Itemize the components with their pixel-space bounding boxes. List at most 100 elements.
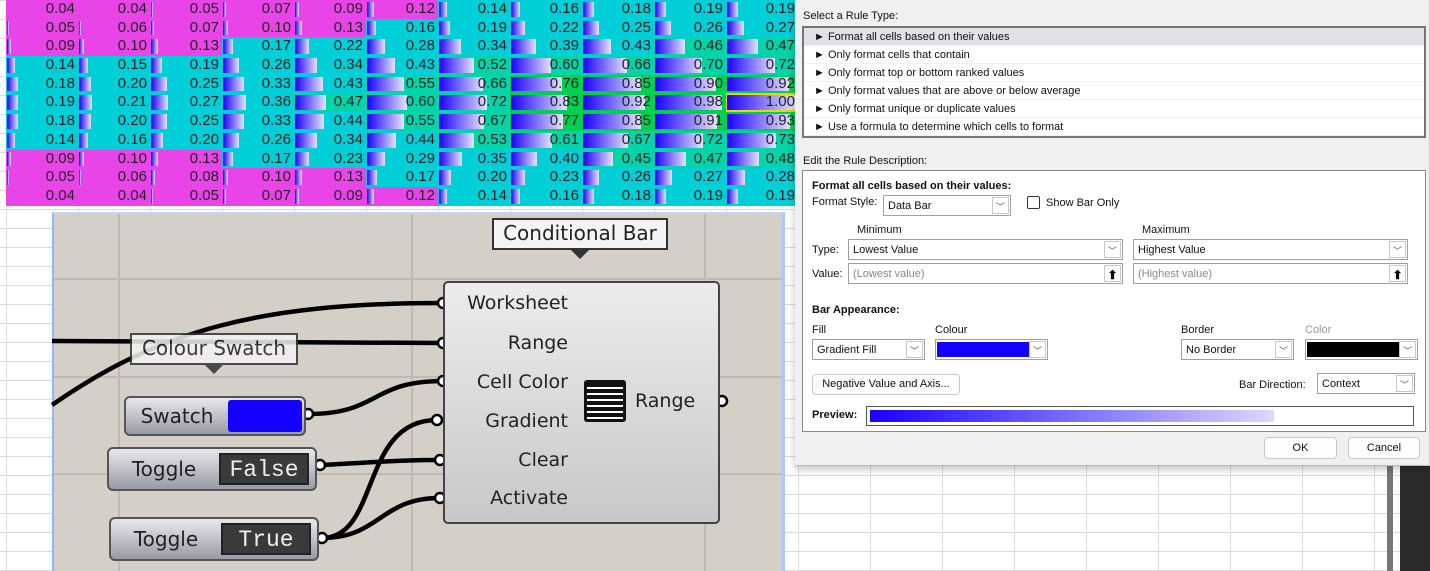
cell[interactable]: 0.18 — [6, 74, 78, 94]
cell[interactable]: 0.19 — [726, 186, 798, 206]
cell[interactable]: 0.44 — [366, 130, 438, 150]
cell[interactable]: 0.77 — [510, 112, 582, 131]
cell[interactable]: 0.13 — [150, 149, 222, 169]
cell[interactable]: 0.26 — [222, 56, 294, 75]
cell[interactable]: 0.21 — [78, 93, 150, 113]
cell[interactable]: 0.20 — [78, 74, 150, 94]
cell[interactable]: 0.53 — [438, 130, 510, 150]
cell[interactable]: 0.20 — [78, 112, 150, 131]
input-gradient[interactable]: Gradient — [443, 410, 568, 432]
cell[interactable]: 0.19 — [654, 0, 726, 19]
cell[interactable]: 0.44 — [294, 112, 366, 131]
boolean-toggle-true[interactable]: Toggle True — [109, 517, 319, 561]
cancel-button[interactable]: Cancel — [1348, 437, 1420, 459]
rule-type-item[interactable]: ► Only format unique or duplicate values — [804, 100, 1424, 118]
cell[interactable]: 0.93 — [726, 112, 798, 131]
cell[interactable]: 0.09 — [294, 186, 366, 206]
cell[interactable]: 0.07 — [150, 18, 222, 38]
cell[interactable]: 0.19 — [150, 56, 222, 75]
cell[interactable]: 0.67 — [582, 130, 654, 150]
cell[interactable]: 0.12 — [366, 0, 438, 19]
cell[interactable]: 0.73 — [726, 130, 798, 150]
format-style-dropdown[interactable]: Data Bar ﹀ — [883, 195, 1011, 216]
cell[interactable]: 0.43 — [294, 74, 366, 94]
border-color-picker[interactable]: ﹀ — [1305, 339, 1418, 360]
maximum-value-input[interactable]: (Highest value) ⬆ — [1133, 263, 1408, 284]
cell[interactable]: 0.10 — [222, 18, 294, 38]
cell[interactable]: 0.14 — [438, 0, 510, 19]
colour-picker[interactable]: ﹀ — [935, 339, 1048, 360]
cell[interactable]: 0.18 — [582, 0, 654, 19]
cell[interactable]: 0.85 — [582, 112, 654, 131]
swatch-color[interactable] — [228, 400, 302, 432]
cell[interactable]: 0.91 — [654, 112, 726, 131]
cell[interactable]: 0.47 — [654, 149, 726, 169]
cell[interactable]: 0.09 — [6, 37, 78, 57]
cell[interactable]: 0.43 — [366, 56, 438, 75]
cell[interactable]: 0.07 — [222, 186, 294, 206]
cell[interactable]: 0.33 — [222, 112, 294, 131]
cell[interactable]: 0.46 — [654, 37, 726, 57]
cell[interactable]: 0.07 — [222, 0, 294, 19]
cell[interactable]: 0.70 — [654, 56, 726, 75]
cell[interactable]: 0.16 — [510, 0, 582, 19]
cell[interactable]: 0.34 — [438, 37, 510, 57]
output-range[interactable]: Range — [635, 390, 705, 412]
cell[interactable]: 0.36 — [222, 93, 294, 113]
cell[interactable]: 0.17 — [366, 168, 438, 187]
cell[interactable]: 0.28 — [726, 168, 798, 187]
cell[interactable]: 0.17 — [222, 37, 294, 57]
cell[interactable]: 0.06 — [78, 168, 150, 187]
cell[interactable]: 0.23 — [510, 168, 582, 187]
cell[interactable]: 0.27 — [726, 18, 798, 38]
cell[interactable]: 0.17 — [222, 149, 294, 169]
cell[interactable]: 0.14 — [438, 186, 510, 206]
cell[interactable]: 0.48 — [726, 149, 798, 169]
cell[interactable]: 0.08 — [150, 168, 222, 187]
toggle-value[interactable]: False — [219, 453, 309, 485]
ok-button[interactable]: OK — [1264, 437, 1337, 459]
show-bar-only-checkbox[interactable] — [1027, 196, 1040, 209]
cell[interactable]: 0.55 — [366, 74, 438, 94]
rule-type-item[interactable]: ► Only format cells that contain — [804, 46, 1424, 64]
rule-type-item[interactable]: ► Only format top or bottom ranked value… — [804, 64, 1424, 82]
cell[interactable]: 0.05 — [6, 18, 78, 38]
cell[interactable]: 0.16 — [510, 186, 582, 206]
input-cell-color[interactable]: Cell Color — [443, 371, 568, 393]
cell[interactable]: 0.26 — [222, 130, 294, 150]
cell[interactable]: 0.13 — [294, 168, 366, 187]
spreadsheet-grid[interactable]: 0.04 0.04 0.05 0.07 0.09 0.12 0.14 0.16 0.18 0.19… — [6, 0, 798, 206]
cell[interactable]: 0.05 — [6, 168, 78, 187]
cell[interactable]: 0.19 — [654, 186, 726, 206]
cell[interactable]: 0.18 — [582, 186, 654, 206]
input-clear[interactable]: Clear — [443, 449, 568, 471]
cell[interactable]: 0.19 — [726, 0, 798, 19]
cell[interactable]: 0.92 — [726, 74, 798, 94]
cell[interactable]: 0.20 — [150, 130, 222, 150]
range-select-icon[interactable]: ⬆ — [1389, 265, 1406, 282]
colour-swatch[interactable]: Swatch — [124, 396, 306, 436]
rule-type-item[interactable]: ► Use a formula to determine which cells… — [804, 118, 1424, 136]
cell[interactable]: 0.76 — [510, 74, 582, 94]
negative-value-axis-button[interactable]: Negative Value and Axis... — [812, 374, 960, 395]
cell[interactable]: 0.27 — [150, 93, 222, 113]
cell[interactable]: 0.16 — [366, 18, 438, 38]
cell[interactable]: 0.26 — [654, 18, 726, 38]
cell[interactable]: 0.25 — [150, 112, 222, 131]
conditional-bar-component[interactable]: Worksheet Range Cell Color Gradient Clea… — [443, 281, 720, 524]
range-select-icon[interactable]: ⬆ — [1104, 265, 1121, 282]
cell[interactable]: 0.09 — [294, 0, 366, 19]
cell[interactable]: 0.52 — [438, 56, 510, 75]
cell[interactable]: 0.40 — [510, 149, 582, 169]
cell[interactable]: 0.66 — [438, 74, 510, 94]
cell[interactable]: 0.25 — [582, 18, 654, 38]
cell[interactable]: 0.72 — [726, 56, 798, 75]
cell[interactable]: 0.47 — [294, 93, 366, 113]
cell[interactable]: 0.90 — [654, 74, 726, 94]
cell[interactable]: 0.66 — [582, 56, 654, 75]
cell[interactable]: 0.13 — [294, 18, 366, 38]
cell[interactable]: 0.19 — [438, 18, 510, 38]
cell[interactable]: 0.04 — [78, 0, 150, 19]
cell[interactable]: 0.14 — [6, 56, 78, 75]
rule-type-list[interactable]: ► Format all cells based on their values… — [802, 26, 1426, 138]
